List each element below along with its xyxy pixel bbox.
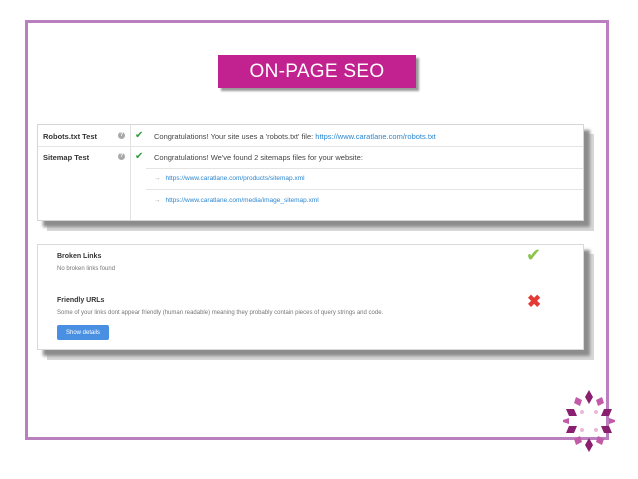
show-details-button[interactable]: Show details: [57, 325, 109, 340]
row-divider: [146, 168, 583, 169]
robots-link[interactable]: https://www.caratlane.com/robots.txt: [315, 132, 435, 141]
arrow-right-icon: →: [154, 197, 161, 204]
seo-tests-panel: Robots.txt Test ? ✔ Congratulations! You…: [37, 124, 584, 221]
sitemap-test-message: Congratulations! We've found 2 sitemaps …: [154, 153, 363, 162]
arrow-right-icon: →: [154, 175, 161, 182]
sitemap-item: → https://www.caratlane.com/media/image_s…: [154, 197, 319, 204]
broken-links-heading: Broken Links: [57, 253, 102, 260]
cross-icon: ✖: [527, 292, 542, 311]
help-icon[interactable]: ?: [118, 153, 125, 160]
friendly-urls-text: Some of your links dont appear friendly …: [57, 310, 384, 316]
sitemap-link[interactable]: https://www.caratlane.com/media/image_si…: [166, 197, 319, 204]
link-checks-panel: Broken Links No broken links found ✔ Fri…: [37, 244, 584, 350]
row-divider: [38, 146, 583, 147]
sitemap-item: → https://www.caratlane.com/products/site…: [154, 175, 305, 182]
slide-title: ON-PAGE SEO: [218, 55, 416, 88]
check-icon: ✔: [135, 130, 144, 141]
row-divider: [146, 189, 583, 190]
check-icon: ✔: [135, 151, 144, 162]
brand-logo: [563, 390, 615, 452]
check-icon: ✔: [526, 245, 542, 265]
sitemap-test-label: Sitemap Test: [43, 153, 90, 162]
help-icon[interactable]: ?: [118, 132, 125, 139]
friendly-urls-heading: Friendly URLs: [57, 297, 105, 304]
robots-test-label: Robots.txt Test: [43, 132, 98, 141]
column-divider: [130, 125, 131, 220]
broken-links-text: No broken links found: [57, 266, 116, 272]
robots-test-message: Congratulations! Your site uses a 'robot…: [154, 132, 436, 141]
sitemap-link[interactable]: https://www.caratlane.com/products/sitem…: [166, 175, 305, 182]
